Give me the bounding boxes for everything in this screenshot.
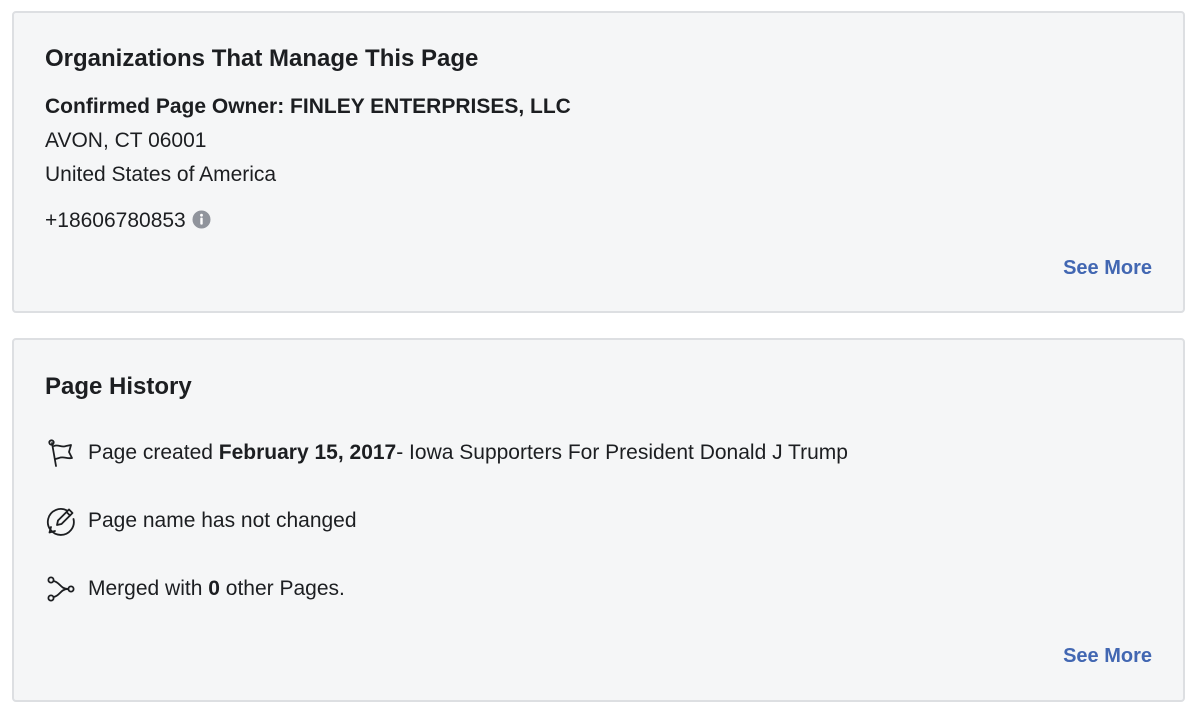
- confirmed-page-owner: Confirmed Page Owner: FINLEY ENTERPRISES…: [45, 95, 571, 118]
- history-see-more-link[interactable]: See More: [1063, 645, 1152, 668]
- organizations-card: Organizations That Manage This Page Conf…: [12, 11, 1185, 313]
- created-prefix: Page created: [88, 441, 213, 464]
- merge-icon: [45, 573, 77, 605]
- page-history-card: Page History Page created February 15, 2…: [12, 338, 1185, 702]
- phone-row: +18606780853: [45, 209, 211, 233]
- history-row-name: Page name has not changed: [45, 505, 357, 537]
- edit-pencil-icon: [45, 505, 77, 537]
- merged-count: 0: [208, 577, 220, 600]
- history-row-created: Page created February 15, 2017 - Iowa Su…: [45, 437, 848, 469]
- info-icon[interactable]: [192, 210, 211, 229]
- organizations-see-more-link[interactable]: See More: [1063, 257, 1152, 280]
- merged-prefix: Merged with: [88, 577, 203, 600]
- address-line-2: United States of America: [45, 163, 277, 186]
- created-page-name: - Iowa Supporters For President Donald J…: [396, 441, 848, 464]
- history-row-merged: Merged with 0 other Pages.: [45, 573, 345, 605]
- created-date: February 15, 2017: [218, 441, 397, 464]
- page-name-status: Page name has not changed: [88, 509, 357, 532]
- flag-icon: [45, 437, 77, 469]
- organizations-title: Organizations That Manage This Page: [45, 45, 479, 72]
- page-history-title: Page History: [45, 373, 192, 400]
- merged-suffix: other Pages.: [225, 577, 345, 600]
- address-line-1: AVON, CT 06001: [45, 129, 207, 152]
- phone-number: +18606780853: [45, 209, 186, 232]
